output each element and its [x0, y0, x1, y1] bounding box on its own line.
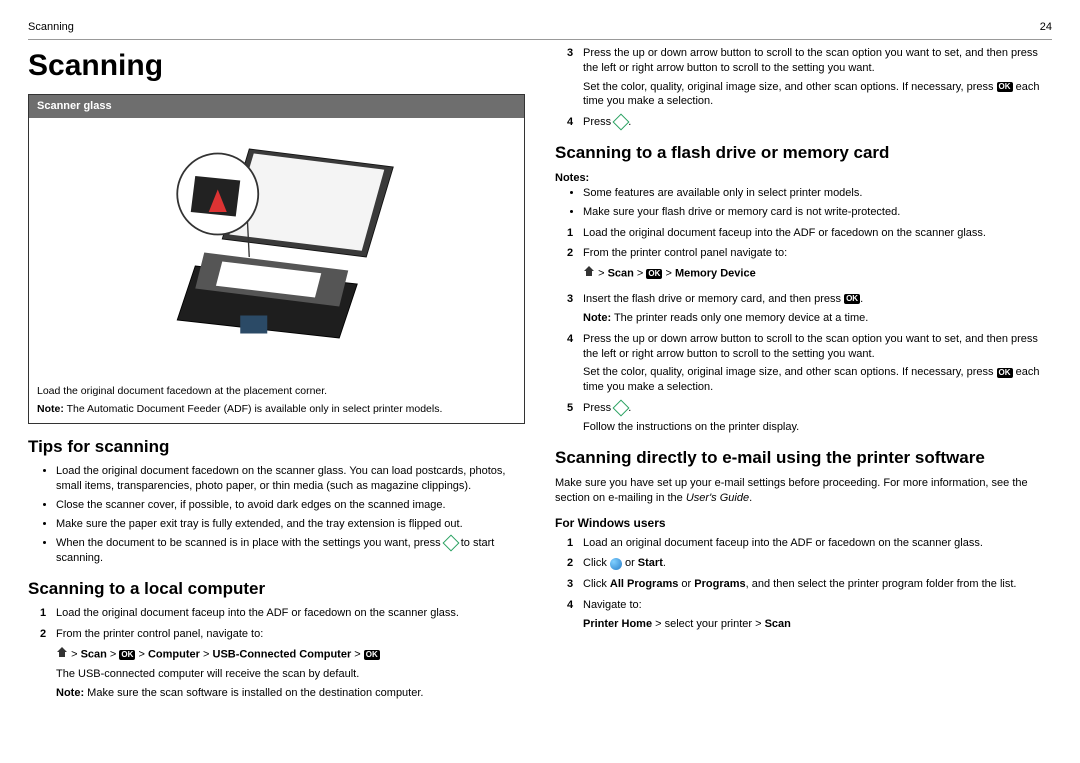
flash-steps: 1Load the original document faceup into … [555, 226, 1052, 435]
content-columns: Scanning Scanner glass [28, 46, 1052, 707]
header-right: 24 [1040, 20, 1052, 35]
flash-notes-label: Notes: [555, 171, 1052, 186]
flash-heading: Scanning to a flash drive or memory card [555, 142, 1052, 165]
email-nav-path: Printer Home > select your printer > Sca… [583, 617, 1052, 632]
email-step-2: 2 Click or Start. [567, 556, 1052, 571]
flash-step-5: 5 Press . Follow the instructions on the… [567, 401, 1052, 435]
local-nav-path: > Scan > OK > Computer > USB-Connected C… [56, 646, 525, 663]
email-heading: Scanning directly to e‑mail using the pr… [555, 447, 1052, 470]
local-after-nav: The USB-connected computer will receive … [56, 667, 525, 682]
ok-icon: OK [646, 269, 662, 279]
tips-list: Load the original document facedown on t… [28, 464, 525, 565]
tips-item: Make sure the paper exit tray is fully e… [56, 517, 525, 532]
flash-nav-path: > Scan > OK > Memory Device [583, 265, 1052, 282]
right-step-4: 4 Press . [567, 115, 1052, 130]
ok-icon: OK [997, 82, 1013, 92]
email-step-4: 4 Navigate to: Printer Home > select you… [567, 598, 1052, 636]
email-step-3: 3 Click All Programs or Programs, and th… [567, 577, 1052, 592]
flash-step-1: 1Load the original document faceup into … [567, 226, 1052, 241]
printer-illustration [29, 118, 524, 378]
right-top-steps: 3 Press the up or down arrow button to s… [555, 46, 1052, 130]
ok-icon: OK [997, 368, 1013, 378]
windows-start-orb-icon [610, 558, 622, 570]
page-header: Scanning 24 [28, 20, 1052, 35]
local-steps: 1 Load the original document faceup into… [28, 606, 525, 700]
figure-title: Scanner glass [29, 95, 524, 118]
home-icon [583, 265, 595, 282]
ok-icon: OK [364, 650, 380, 660]
tips-item: When the document to be scanned is in pl… [56, 536, 525, 566]
right-step-3: 3 Press the up or down arrow button to s… [567, 46, 1052, 109]
flash-step-4: 4 Press the up or down arrow button to s… [567, 332, 1052, 395]
figure-note: Note: The Automatic Document Feeder (ADF… [37, 402, 516, 416]
figure-caption: Load the original document facedown at t… [29, 378, 524, 422]
right-column: 3 Press the up or down arrow button to s… [555, 46, 1052, 707]
local-note: Note: Make sure the scan software is ins… [56, 686, 525, 701]
flash-step3-note: Note: The printer reads only one memory … [583, 311, 1052, 326]
flash-note-item: Make sure your flash drive or memory car… [583, 205, 1052, 220]
tips-item: Load the original document facedown on t… [56, 464, 525, 494]
home-icon [56, 646, 68, 663]
flash-notes-list: Some features are available only in sele… [555, 186, 1052, 220]
ok-icon: OK [119, 650, 135, 660]
email-intro: Make sure you have set up your e-mail se… [555, 476, 1052, 506]
header-rule [28, 39, 1052, 40]
figure-note-text: The Automatic Document Feeder (ADF) is a… [64, 403, 443, 415]
flash-step-2: 2 From the printer control panel navigat… [567, 246, 1052, 286]
header-left: Scanning [28, 20, 74, 35]
local-step-1: 1 Load the original document faceup into… [40, 606, 525, 621]
left-column: Scanning Scanner glass [28, 46, 525, 707]
email-steps: 1Load an original document faceup into t… [555, 536, 1052, 636]
ok-icon: OK [844, 294, 860, 304]
local-step-2: 2 From the printer control panel, naviga… [40, 627, 525, 700]
flash-note-item: Some features are available only in sele… [583, 186, 1052, 201]
tips-item: Close the scanner cover, if possible, to… [56, 498, 525, 513]
printer-svg [103, 131, 450, 365]
tips-heading: Tips for scanning [28, 436, 525, 459]
windows-heading: For Windows users [555, 515, 1052, 531]
figure-scanner-glass: Scanner glass [28, 94, 525, 423]
page-title: Scanning [28, 46, 525, 87]
start-diamond-icon [442, 534, 459, 551]
flash-step-3: 3 Insert the flash drive or memory card,… [567, 292, 1052, 326]
figure-caption-text: Load the original document facedown at t… [37, 384, 516, 398]
figure-note-label: Note: [37, 403, 64, 415]
local-heading: Scanning to a local computer [28, 578, 525, 601]
email-step-1: 1Load an original document faceup into t… [567, 536, 1052, 551]
